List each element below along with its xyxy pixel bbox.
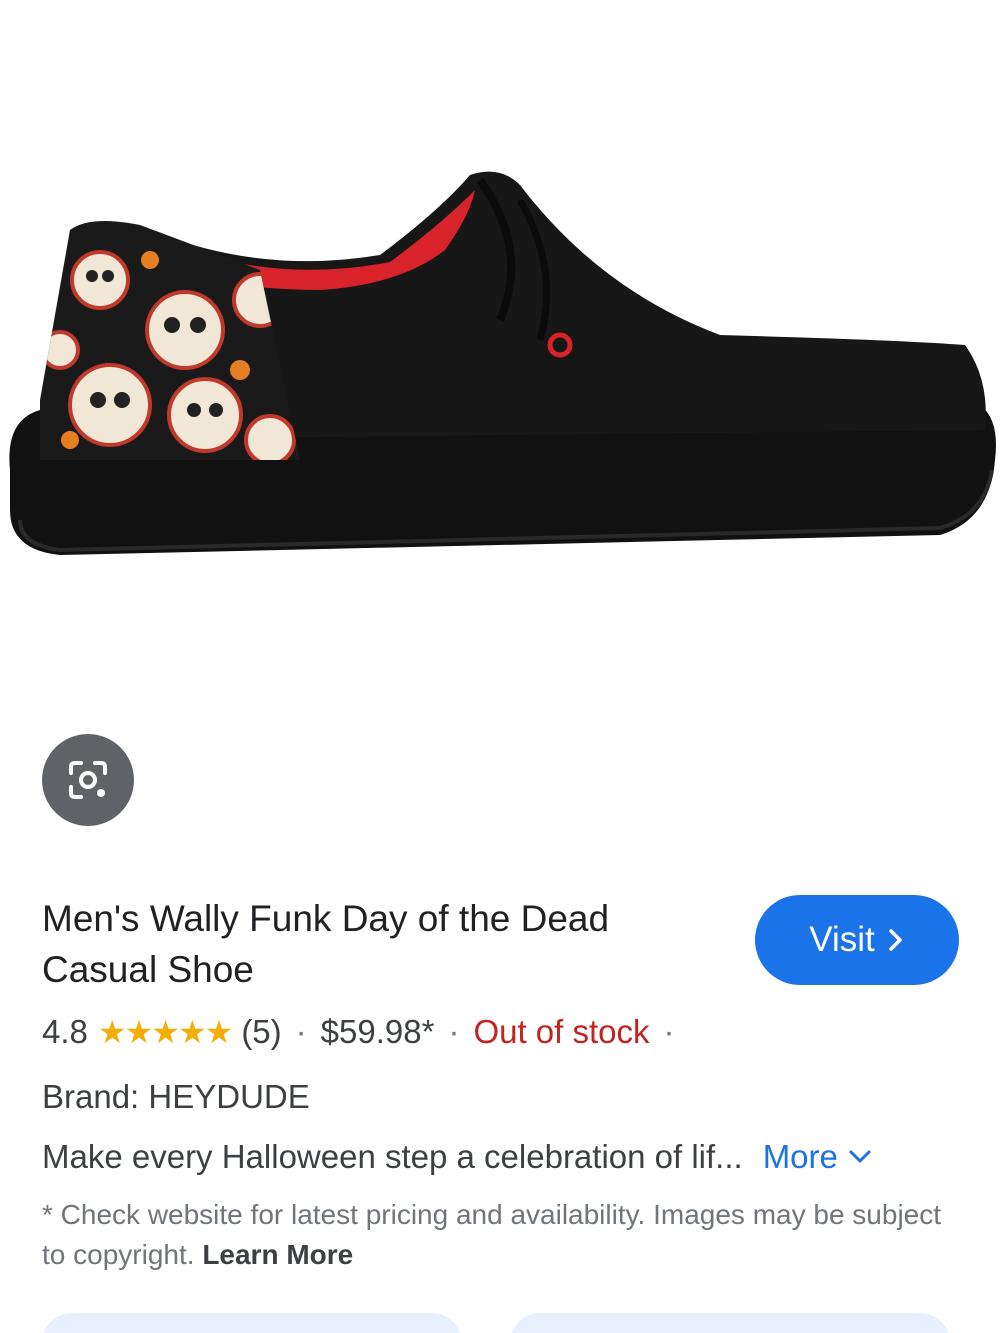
more-button[interactable]: More [763, 1138, 872, 1176]
visit-button[interactable]: Visit [755, 895, 959, 985]
learn-more-link[interactable]: Learn More [202, 1239, 353, 1270]
disclaimer: * Check website for latest pricing and a… [42, 1195, 952, 1275]
price: $59.98* [320, 1013, 435, 1050]
rating-value: 4.8 [42, 1013, 88, 1050]
rating-stars-icon: ★★★★★ [97, 1014, 233, 1050]
disclaimer-text: * Check website for latest pricing and a… [42, 1199, 942, 1270]
stock-status: Out of stock [473, 1013, 650, 1050]
product-meta-row: 4.8 ★★★★★ (5) · $59.98* · Out of stock · [42, 1010, 679, 1054]
more-label: More [762, 1138, 838, 1175]
camera-lens-icon [69, 761, 107, 799]
bottom-action-chip-left[interactable] [42, 1313, 462, 1333]
product-title[interactable]: Men's Wally Funk Day of the Dead Casual … [42, 893, 722, 995]
separator-dot: · [448, 1013, 460, 1050]
product-image[interactable] [0, 0, 1000, 700]
visit-button-label: Visit [809, 920, 875, 959]
review-count[interactable]: (5) [241, 1013, 281, 1051]
separator-dot: · [663, 1013, 675, 1050]
product-description: Make every Halloween step a celebration … [42, 1138, 962, 1176]
chevron-down-icon [849, 1150, 871, 1163]
description-text: Make every Halloween step a celebration … [42, 1138, 743, 1175]
separator-dot: · [295, 1013, 307, 1050]
brand-label: Brand: HEYDUDE [42, 1078, 310, 1115]
shoe-illustration [9, 171, 996, 555]
bottom-action-chip-right[interactable] [510, 1313, 950, 1333]
lens-search-button[interactable] [42, 734, 134, 826]
chevron-right-icon [889, 929, 902, 951]
